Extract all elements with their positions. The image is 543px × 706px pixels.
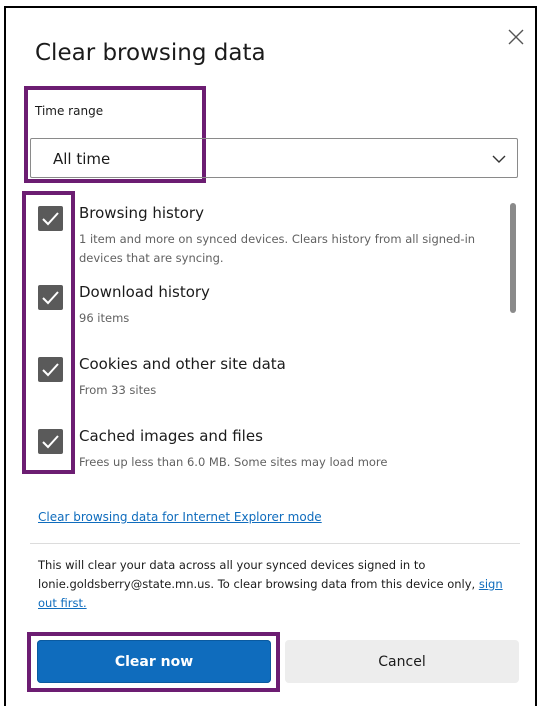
divider <box>30 543 520 544</box>
item-description: Frees up less than 6.0 MB. Some sites ma… <box>79 455 388 469</box>
list-item-cached-images: Cached images and files Frees up less th… <box>38 427 508 489</box>
list-item-cookies: Cookies and other site data From 33 site… <box>38 355 508 417</box>
chevron-down-icon <box>492 151 506 165</box>
browsing-history-checkbox[interactable] <box>38 206 63 231</box>
item-description: From 33 sites <box>79 383 157 397</box>
cached-images-checkbox[interactable] <box>38 429 63 454</box>
item-description: 96 items <box>79 311 130 325</box>
close-icon[interactable] <box>507 28 525 46</box>
checkmark-icon <box>42 363 59 377</box>
ie-mode-link[interactable]: Clear browsing data for Internet Explore… <box>38 510 322 524</box>
checkmark-icon <box>42 212 59 226</box>
checkmark-icon <box>42 291 59 305</box>
list-item-browsing-history: Browsing history 1 item and more on sync… <box>38 204 508 266</box>
sync-info-text: This will clear your data across all you… <box>38 556 520 613</box>
item-title: Download history <box>79 283 210 301</box>
item-title: Browsing history <box>79 204 204 222</box>
cancel-button[interactable]: Cancel <box>285 640 519 683</box>
item-description: 1 item and more on synced devices. Clear… <box>79 232 476 265</box>
list-item-download-history: Download history 96 items <box>38 283 508 345</box>
list-scrollbar[interactable] <box>510 203 516 313</box>
info-text: This will clear your data across all you… <box>38 558 476 591</box>
item-title: Cookies and other site data <box>79 355 286 373</box>
clear-now-button[interactable]: Clear now <box>37 640 271 683</box>
cookies-checkbox[interactable] <box>38 357 63 382</box>
item-title: Cached images and files <box>79 427 263 445</box>
time-range-value: All time <box>53 150 111 168</box>
download-history-checkbox[interactable] <box>38 285 63 310</box>
checkmark-icon <box>42 435 59 449</box>
dialog-title: Clear browsing data <box>35 40 266 66</box>
time-range-select[interactable]: All time <box>30 138 518 178</box>
time-range-label: Time range <box>35 104 104 118</box>
